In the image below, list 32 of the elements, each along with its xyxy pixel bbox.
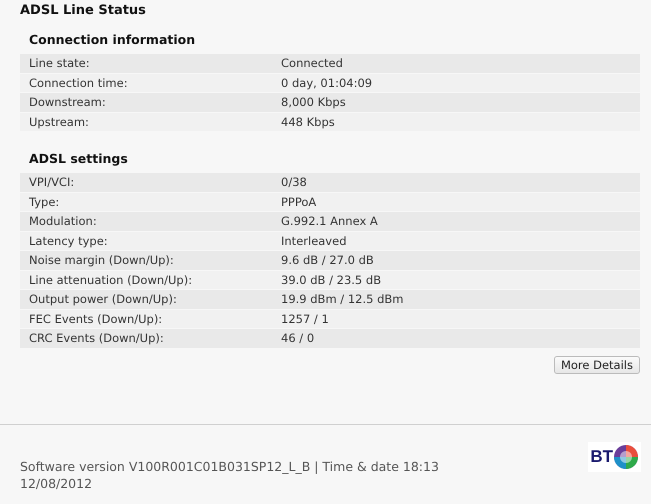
row-label: Output power (Down/Up):: [28, 292, 178, 306]
row-label: Line attenuation (Down/Up):: [28, 272, 194, 287]
row-label: Downstream:: [28, 95, 107, 110]
row-value: 1257 / 1: [281, 312, 330, 326]
row-value: 46 / 0: [281, 331, 316, 346]
section-heading: ADSL settings: [28, 150, 129, 168]
row-label: Type:: [28, 194, 60, 209]
software-version-text: Software version V100R001C01B031SP12_L_B | Time & date 18:13 12/08/2012: [20, 458, 440, 493]
row-value: Connected: [281, 56, 344, 70]
row-label: VPI/VCI:: [28, 175, 76, 190]
logo: BT: [588, 442, 641, 472]
row-value: 8,000 Kbps: [281, 95, 347, 110]
row-label: Noise margin (Down/Up):: [28, 253, 175, 268]
row-value: PPPoA: [281, 194, 318, 209]
row-label: Line state:: [28, 56, 91, 70]
row-value: 0 day, 01:04:09: [281, 76, 374, 90]
row-value: 0/38: [281, 175, 308, 190]
section-heading: Connection information: [28, 31, 196, 49]
row-value: 9.6 dB / 27.0 dB: [281, 253, 375, 268]
row-label: Upstream:: [28, 114, 90, 129]
row-value: 448 Kbps: [281, 114, 336, 129]
row-label: Modulation:: [28, 214, 98, 228]
row-label: CRC Events (Down/Up):: [28, 331, 165, 346]
row-value: 39.0 dB / 23.5 dB: [281, 272, 382, 287]
more-details-button[interactable]: More Details: [554, 356, 640, 374]
row-label: Connection time:: [28, 76, 129, 90]
row-label: Latency type:: [28, 234, 109, 248]
row-value: 19.9 dBm / 12.5 dBm: [281, 292, 404, 306]
page-title: ADSL Line Status: [20, 3, 147, 20]
row-value: Interleaved: [281, 234, 348, 248]
row-value: G.992.1 Annex A: [281, 214, 379, 228]
row-label: FEC Events (Down/Up):: [28, 312, 164, 326]
